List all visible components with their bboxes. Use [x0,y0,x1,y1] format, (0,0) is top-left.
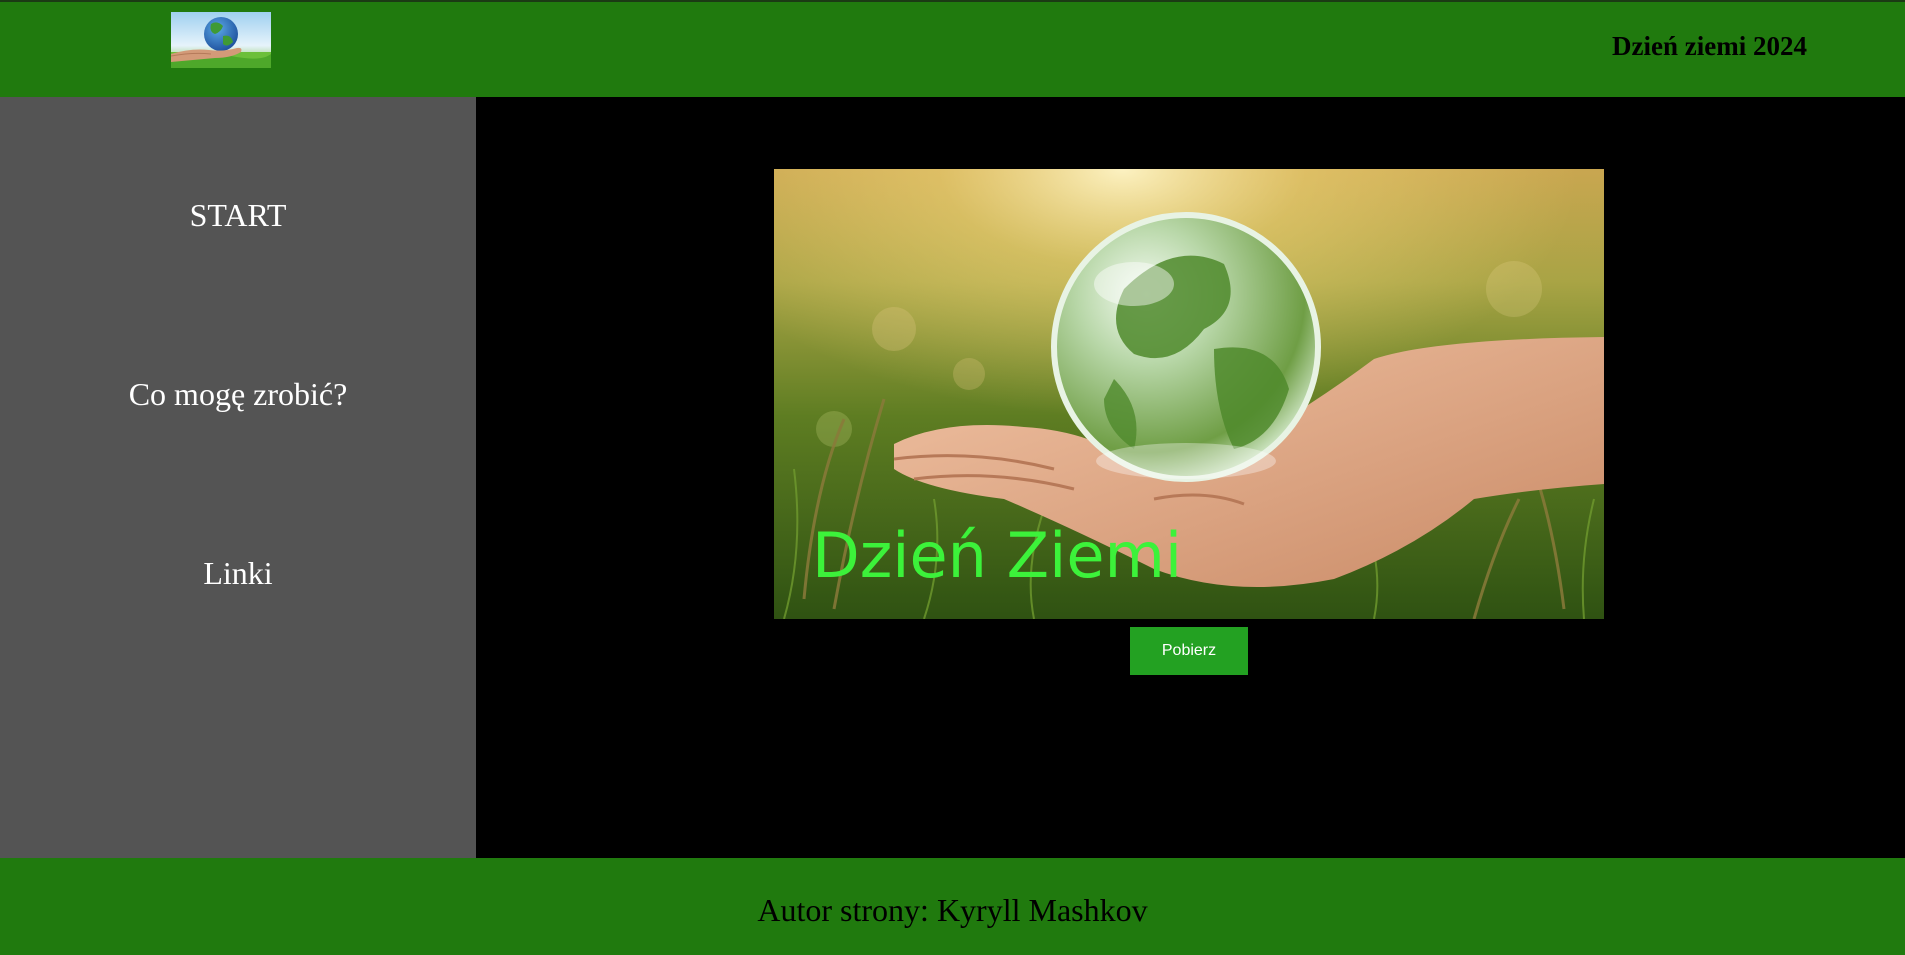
header: Dzień ziemi 2024 [0,0,1905,97]
main-content: Dzień Ziemi Pobierz [476,97,1905,858]
hero-caption: Dzień Ziemi [812,519,1183,592]
author-credit: Autor strony: Kyryll Mashkov [757,892,1148,928]
site-title: Dzień ziemi 2024 [1612,31,1807,61]
nav-item-start[interactable]: START [0,197,476,234]
earth-in-hand-icon [171,12,271,68]
hero-image: Dzień Ziemi [774,169,1604,619]
nav-item-links[interactable]: Linki [0,555,476,592]
nav-item-what-can-i-do[interactable]: Co mogę zrobić? [0,376,476,413]
footer: Autor strony: Kyryll Mashkov [0,858,1905,955]
sidebar: START Co mogę zrobić? Linki [0,97,476,858]
download-button[interactable]: Pobierz [1130,627,1248,675]
